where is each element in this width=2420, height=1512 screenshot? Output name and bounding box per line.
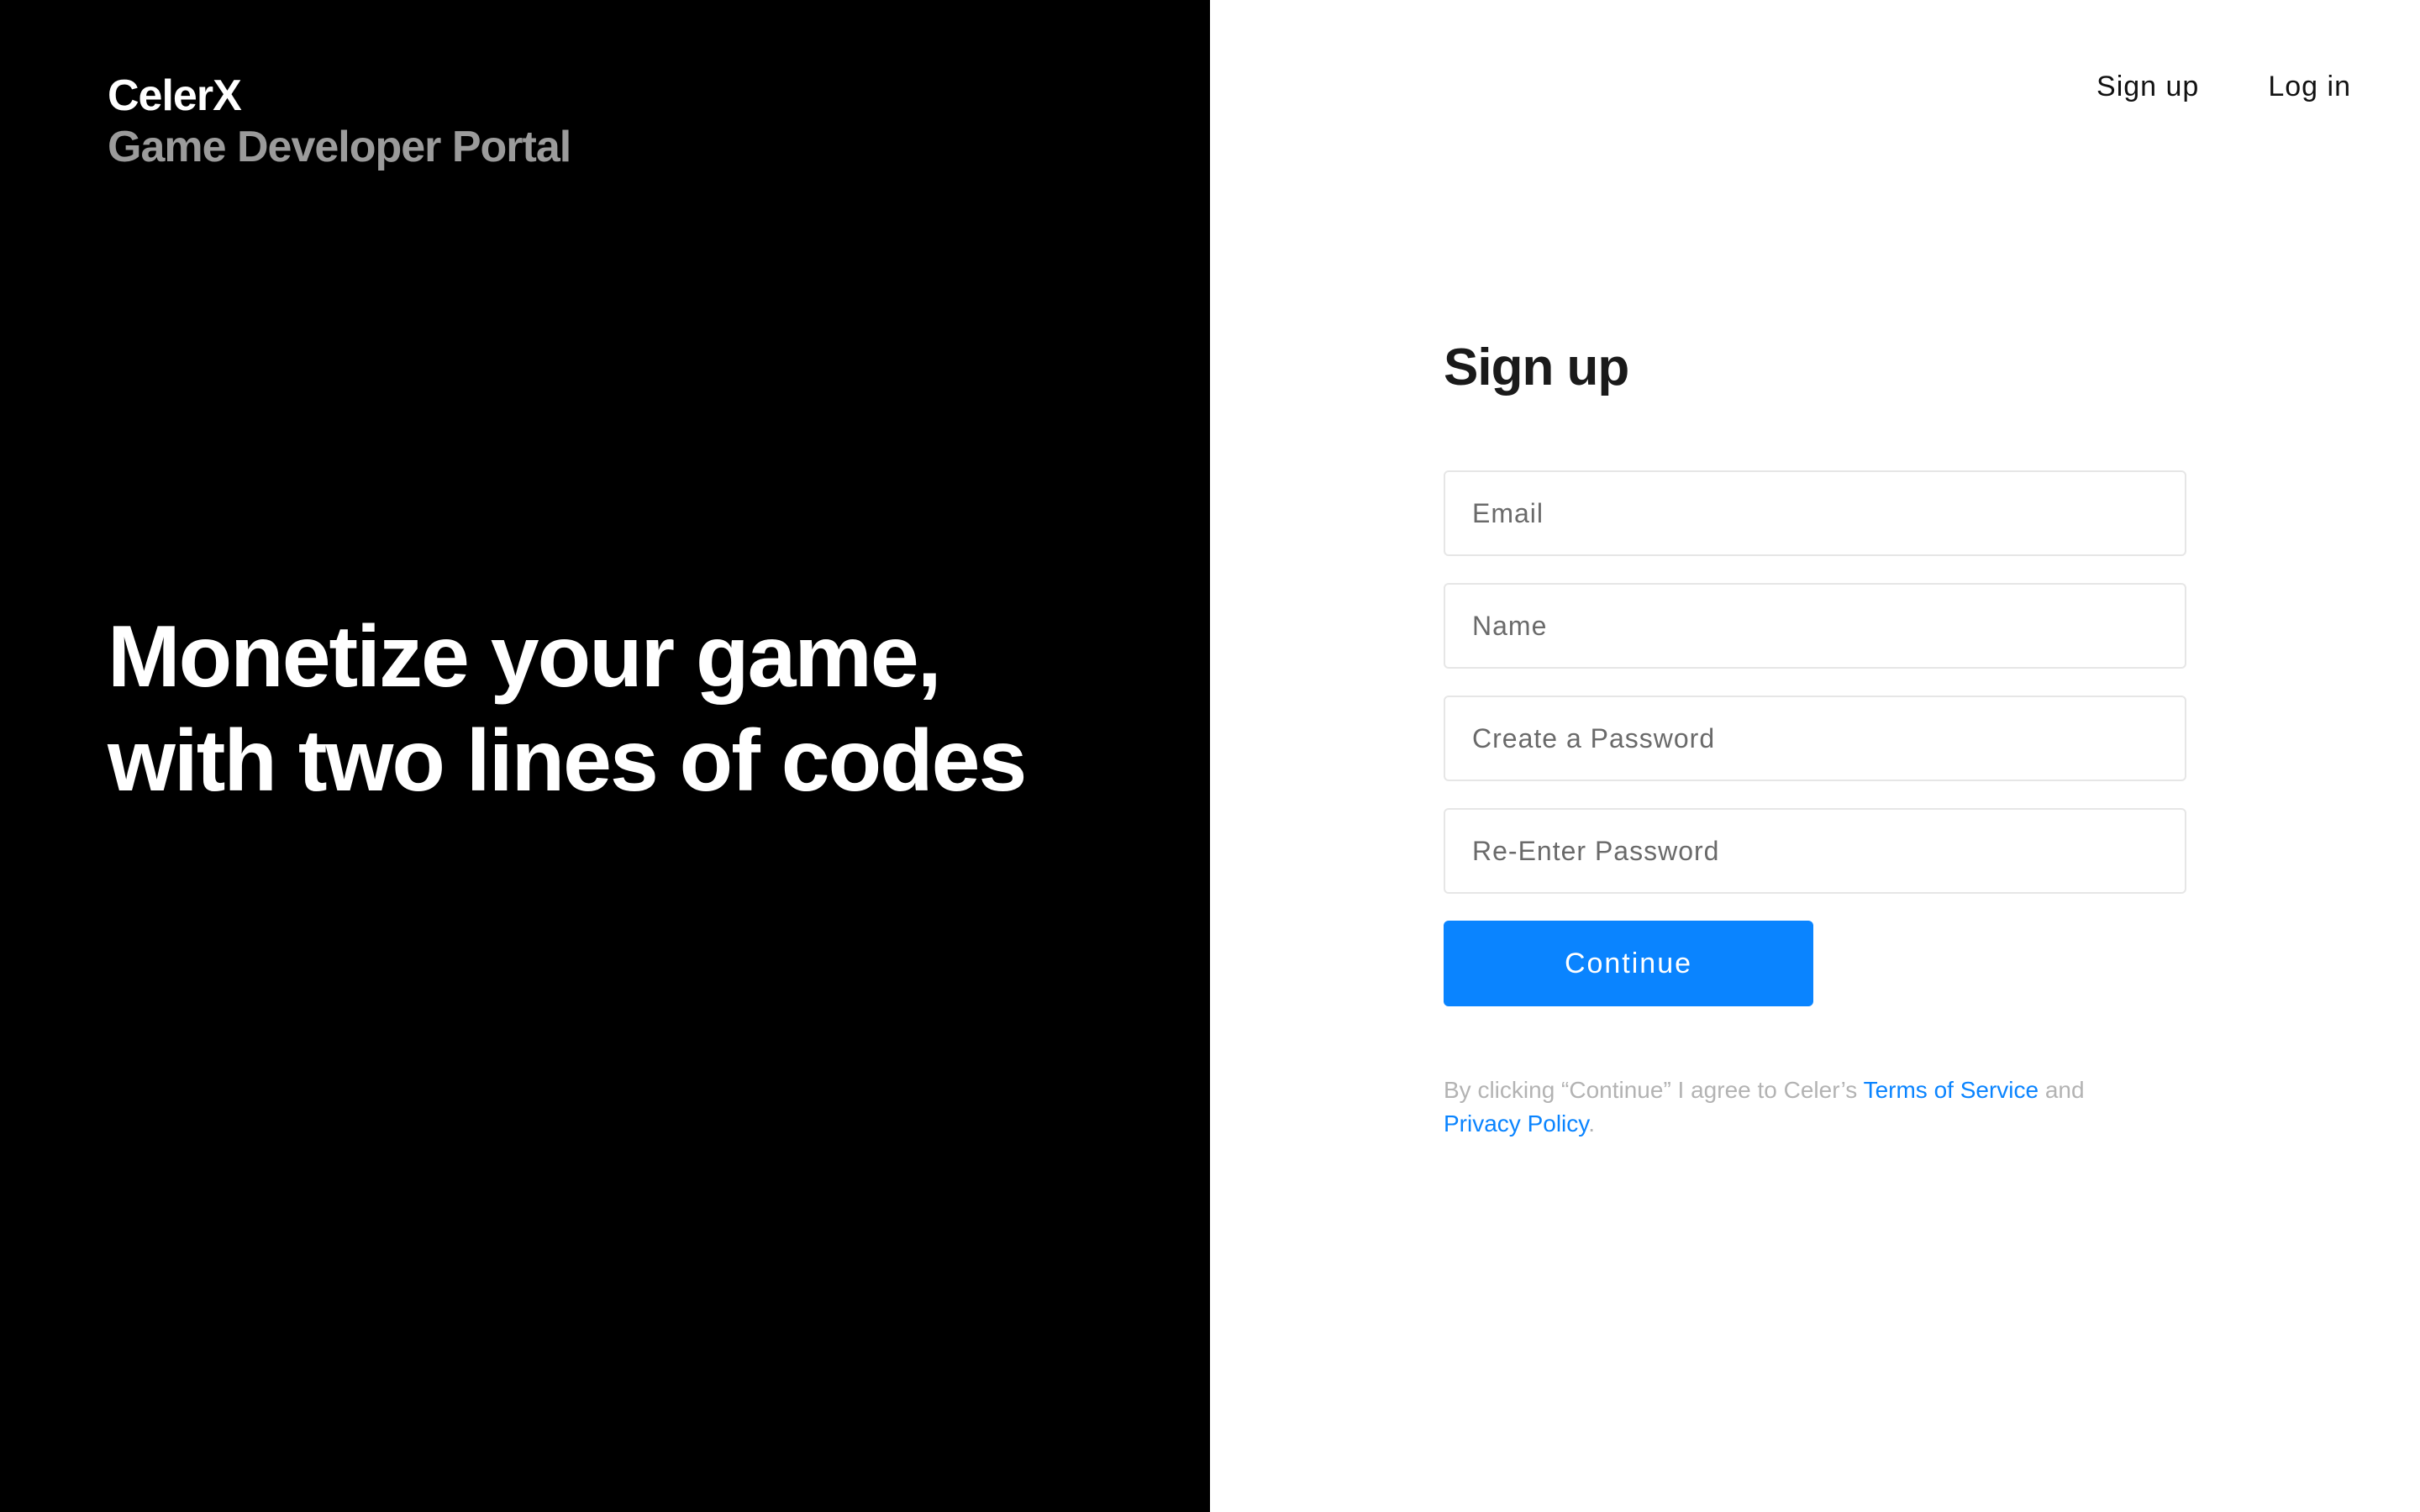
legal-notice: By clicking “Continue” I agree to Celer’… (1444, 1074, 2186, 1141)
legal-suffix: . (1588, 1110, 1595, 1137)
page: CelerX Game Developer Portal Monetize yo… (0, 0, 2420, 1512)
nav-signup-link[interactable]: Sign up (2096, 71, 2199, 103)
name-field[interactable] (1444, 583, 2186, 669)
top-nav: Sign up Log in (2096, 71, 2351, 103)
privacy-policy-link[interactable]: Privacy Policy (1444, 1110, 1588, 1137)
hero-line-2: with two lines of codes (108, 712, 1027, 810)
brand-logo: CelerX Game Developer Portal (108, 69, 571, 171)
reenter-password-field[interactable] (1444, 808, 2186, 894)
signup-form: Sign up Continue By clicking “Continue” … (1444, 336, 2186, 1141)
brand-subtitle: Game Developer Portal (108, 123, 571, 171)
signup-panel: Sign up Log in Sign up Continue By click… (1210, 0, 2420, 1512)
nav-login-link[interactable]: Log in (2268, 71, 2351, 103)
email-field[interactable] (1444, 470, 2186, 556)
hero-line-1: Monetize your game, (108, 608, 942, 706)
legal-prefix: By clicking “Continue” I agree to Celer’… (1444, 1077, 1864, 1103)
terms-of-service-link[interactable]: Terms of Service (1864, 1077, 2039, 1103)
continue-button[interactable]: Continue (1444, 921, 1813, 1006)
form-title: Sign up (1444, 339, 1629, 396)
password-field[interactable] (1444, 696, 2186, 781)
brand-name: CelerX (108, 71, 242, 120)
hero-heading: Monetize your game, with two lines of co… (108, 605, 1027, 813)
legal-middle: and (2039, 1077, 2085, 1103)
hero-panel: CelerX Game Developer Portal Monetize yo… (0, 0, 1210, 1512)
